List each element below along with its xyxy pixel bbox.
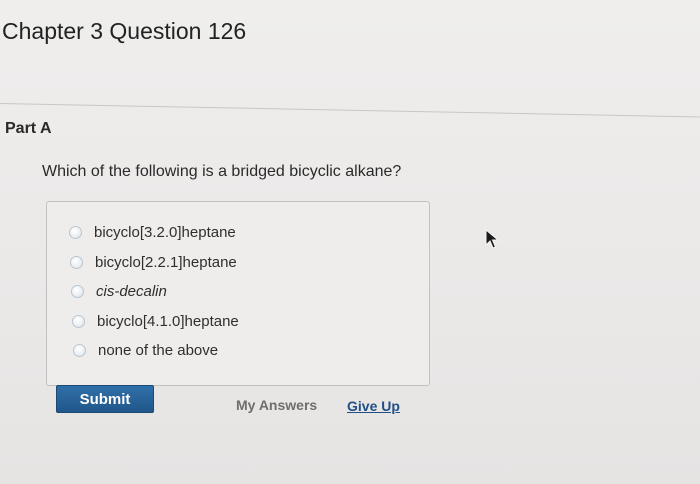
answer-option-label: none of the above: [98, 342, 219, 359]
answer-option-3[interactable]: cis-decalin: [71, 283, 167, 300]
radio-button-icon[interactable]: [70, 256, 83, 269]
answer-option-label: bicyclo[4.1.0]heptane: [97, 313, 239, 330]
answer-option-label: bicyclo[2.2.1]heptane: [95, 254, 237, 271]
answer-option-1[interactable]: bicyclo[3.2.0]heptane: [69, 224, 236, 241]
submit-button[interactable]: Submit: [56, 385, 154, 413]
page: Chapter 3 Question 126 Part A Which of t…: [0, 0, 700, 484]
mouse-pointer-icon: [485, 229, 500, 249]
my-answers-link[interactable]: My Answers: [236, 397, 317, 413]
section-divider: [0, 103, 700, 118]
answer-option-2[interactable]: bicyclo[2.2.1]heptane: [70, 254, 237, 271]
radio-button-icon[interactable]: [73, 344, 86, 357]
answer-option-label: bicyclo[3.2.0]heptane: [94, 224, 236, 241]
give-up-link[interactable]: Give Up: [347, 398, 400, 414]
answer-option-5[interactable]: none of the above: [73, 342, 218, 359]
answer-option-4[interactable]: bicyclo[4.1.0]heptane: [72, 313, 239, 330]
part-label: Part A: [5, 120, 52, 137]
answer-option-label: cis-decalin: [96, 283, 167, 300]
radio-button-icon[interactable]: [71, 285, 84, 298]
radio-button-icon[interactable]: [69, 226, 82, 239]
question-text: Which of the following is a bridged bicy…: [42, 163, 402, 180]
radio-button-icon[interactable]: [72, 315, 85, 328]
chapter-title: Chapter 3 Question 126: [2, 18, 247, 44]
